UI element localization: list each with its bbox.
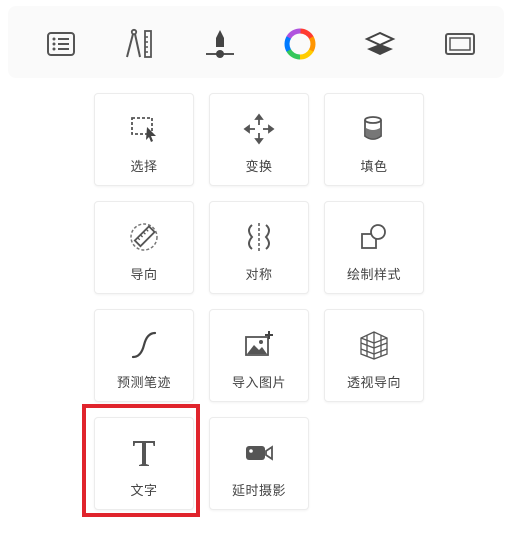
tool-text[interactable]: 文字 [94, 417, 194, 510]
ruler-compass-icon[interactable] [120, 24, 160, 64]
text-icon [95, 436, 193, 470]
brush-slider-icon[interactable] [200, 24, 240, 64]
tool-label: 填色 [360, 160, 388, 175]
tool-label: 导入图片 [231, 376, 286, 391]
tool-transform[interactable]: 变换 [209, 93, 309, 186]
symmetry-icon [210, 220, 308, 254]
tool-label: 绘制样式 [346, 268, 401, 283]
tool-timelapse[interactable]: 延时摄影 [209, 417, 309, 510]
canvas-frame-icon[interactable] [440, 24, 480, 64]
list-icon[interactable] [41, 24, 81, 64]
fill-bucket-icon [325, 112, 423, 146]
tool-perspective-guide[interactable]: 透视导向 [324, 309, 424, 402]
layers-icon[interactable] [360, 24, 400, 64]
perspective-grid-icon [325, 328, 423, 362]
draw-style-icon [325, 220, 423, 254]
top-toolbar [8, 6, 504, 78]
tool-label: 变换 [245, 160, 273, 175]
tool-label: 文字 [130, 484, 158, 499]
tool-predict-stroke[interactable]: 预测笔迹 [94, 309, 194, 402]
tool-fill[interactable]: 填色 [324, 93, 424, 186]
tool-guide[interactable]: 导向 [94, 201, 194, 294]
ruler-guide-icon [95, 220, 193, 254]
tool-label: 预测笔迹 [116, 376, 171, 391]
tool-label: 选择 [130, 160, 158, 175]
tool-label: 导向 [130, 268, 158, 283]
tool-symmetry[interactable]: 对称 [209, 201, 309, 294]
color-wheel-icon[interactable] [280, 24, 320, 64]
tool-select[interactable]: 选择 [94, 93, 194, 186]
timelapse-camera-icon [210, 436, 308, 470]
tool-draw-style[interactable]: 绘制样式 [324, 201, 424, 294]
selection-icon [95, 112, 193, 146]
tool-label: 延时摄影 [231, 484, 286, 499]
tool-label: 对称 [245, 268, 273, 283]
tool-label: 透视导向 [346, 376, 401, 391]
predict-stroke-icon [95, 328, 193, 362]
tool-import-image[interactable]: 导入图片 [209, 309, 309, 402]
transform-icon [210, 112, 308, 146]
import-image-icon [210, 328, 308, 362]
